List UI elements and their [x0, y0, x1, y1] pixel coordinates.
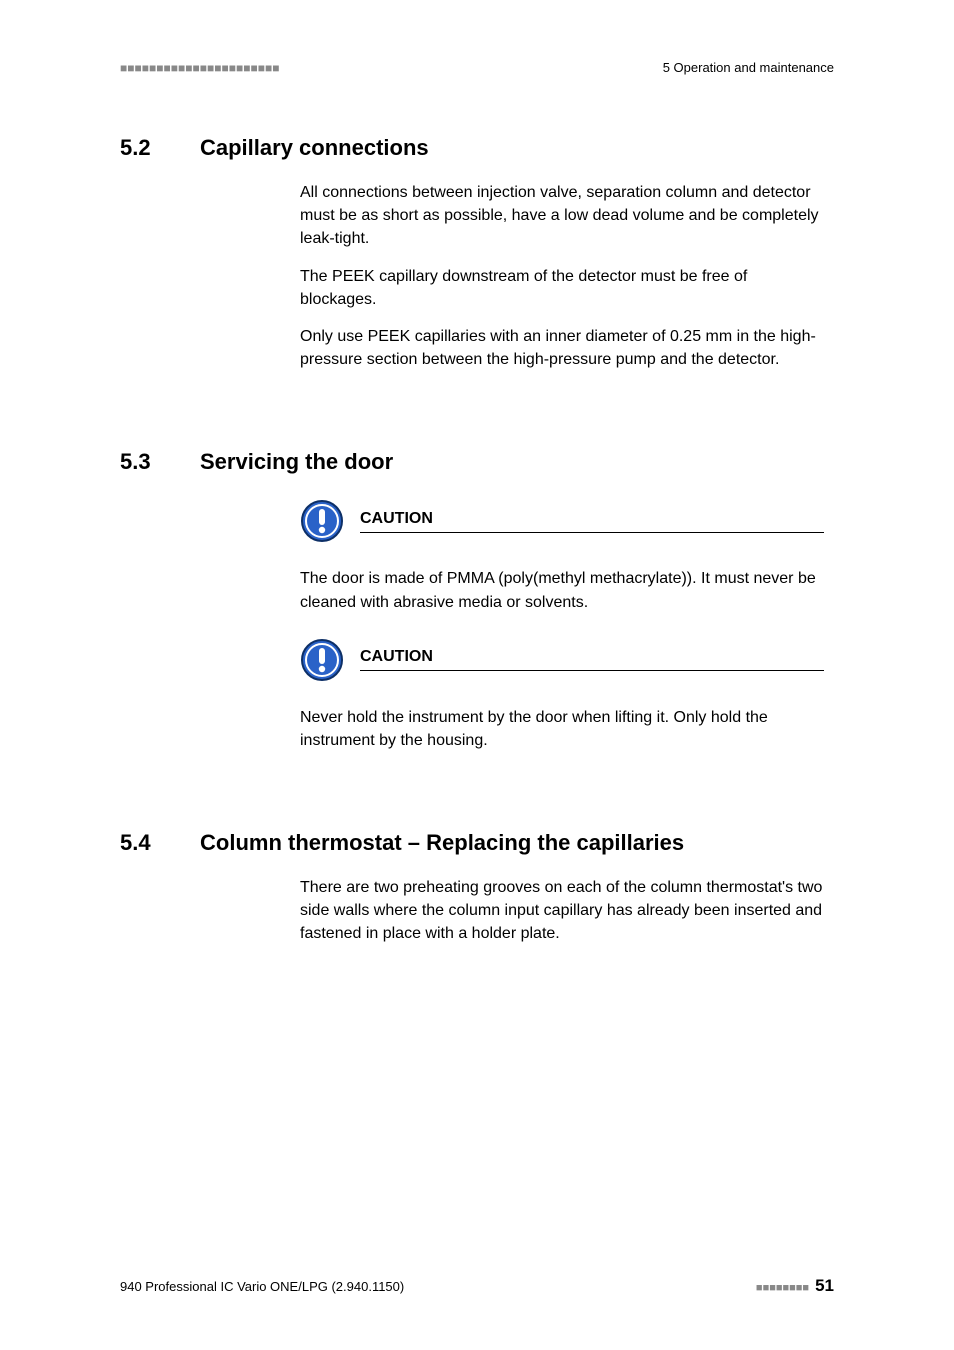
- section-5-3-heading: 5.3 Servicing the door: [120, 449, 834, 475]
- paragraph: The PEEK capillary downstream of the det…: [300, 265, 824, 311]
- callout-label: CAUTION: [360, 510, 433, 527]
- section-title: Servicing the door: [200, 449, 393, 475]
- footer-right: ■■■■■■■■ 51: [756, 1276, 834, 1296]
- paragraph: Only use PEEK capillaries with an inner …: [300, 325, 824, 371]
- paragraph: All connections between injection valve,…: [300, 181, 824, 251]
- section-number: 5.2: [120, 135, 172, 161]
- section-number: 5.3: [120, 449, 172, 475]
- section-5-4-heading: 5.4 Column thermostat – Replacing the ca…: [120, 830, 834, 856]
- caution-callout-1: CAUTION The door is made of PMMA (poly(m…: [300, 499, 824, 613]
- caution-callout-2: CAUTION Never hold the instrument by the…: [300, 638, 824, 752]
- header-chapter: 5 Operation and maintenance: [663, 60, 834, 75]
- section-5-2-heading: 5.2 Capillary connections: [120, 135, 834, 161]
- header-marks: ■■■■■■■■■■■■■■■■■■■■■■: [120, 61, 279, 75]
- page: ■■■■■■■■■■■■■■■■■■■■■■ 5 Operation and m…: [0, 0, 954, 1350]
- callout-body: The door is made of PMMA (poly(methyl me…: [300, 567, 824, 613]
- page-number: 51: [815, 1276, 834, 1296]
- callout-label: CAUTION: [360, 648, 433, 665]
- page-header: ■■■■■■■■■■■■■■■■■■■■■■ 5 Operation and m…: [120, 60, 834, 75]
- callout-head: CAUTION: [300, 499, 824, 543]
- callout-head: CAUTION: [300, 638, 824, 682]
- section-number: 5.4: [120, 830, 172, 856]
- section-title: Column thermostat – Replacing the capill…: [200, 830, 684, 856]
- footer-marks: ■■■■■■■■: [756, 1282, 809, 1294]
- caution-icon: [300, 499, 344, 543]
- section-title: Capillary connections: [200, 135, 429, 161]
- footer-product: 940 Professional IC Vario ONE/LPG (2.940…: [120, 1279, 404, 1294]
- paragraph: There are two preheating grooves on each…: [300, 876, 824, 946]
- callout-label-wrap: CAUTION: [360, 510, 824, 533]
- section-5-4-body: There are two preheating grooves on each…: [300, 876, 824, 946]
- caution-icon: [300, 638, 344, 682]
- section-5-2-body: All connections between injection valve,…: [300, 181, 824, 371]
- page-footer: 940 Professional IC Vario ONE/LPG (2.940…: [120, 1276, 834, 1296]
- callout-label-wrap: CAUTION: [360, 648, 824, 671]
- callout-body: Never hold the instrument by the door wh…: [300, 706, 824, 752]
